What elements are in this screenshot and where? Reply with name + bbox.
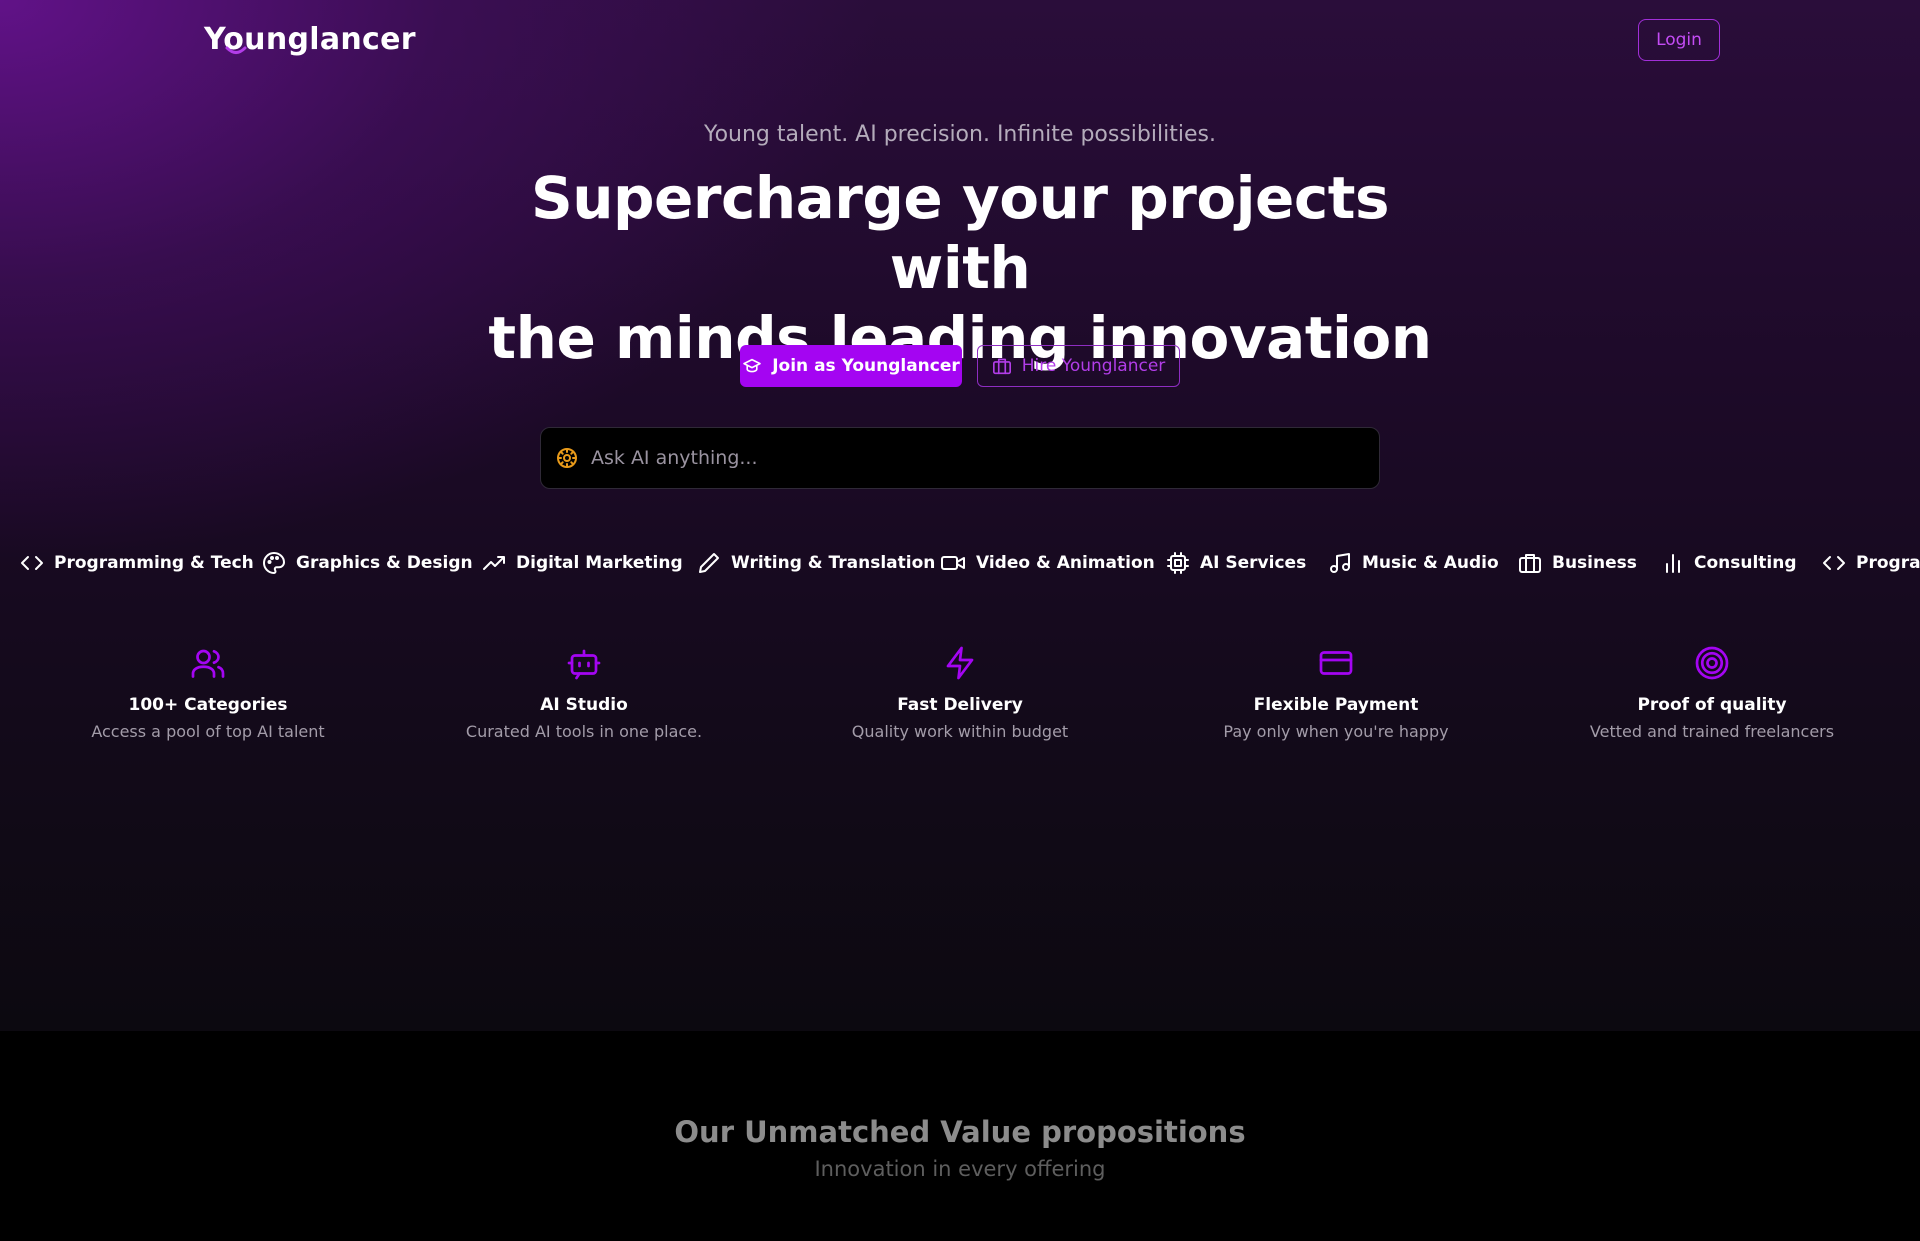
feature-categories: 100+ Categories Access a pool of top AI … [48, 645, 368, 741]
video-icon [941, 556, 965, 570]
category-ai-services[interactable]: AI Services [1166, 545, 1306, 581]
category-label: Program [1856, 553, 1920, 573]
headline-line-1: Supercharge your projects with [530, 164, 1390, 302]
pen-icon [699, 553, 719, 573]
join-button-label: Join as Younglancer [772, 356, 960, 376]
feature-title: Fast Delivery [897, 695, 1023, 715]
logo-smile-icon [225, 46, 247, 54]
briefcase-icon [992, 358, 1011, 375]
ai-search-input[interactable] [589, 446, 1349, 470]
feature-desc: Access a pool of top AI talent [91, 722, 325, 741]
palette-icon [263, 552, 285, 574]
hero-section: Younglancer Login Young talent. AI preci… [0, 0, 1920, 1031]
feature-title: AI Studio [540, 695, 628, 715]
feature-title: 100+ Categories [128, 695, 288, 715]
category-writing-translation[interactable]: Writing & Translation [697, 545, 935, 581]
hero-tagline: Young talent. AI precision. Infinite pos… [704, 122, 1216, 147]
hero-headline: Supercharge your projects with the minds… [460, 163, 1460, 373]
trending-up-icon [483, 556, 505, 570]
category-label: Consulting [1694, 553, 1797, 573]
feature-title: Flexible Payment [1253, 695, 1419, 715]
ai-search-bar[interactable] [540, 427, 1380, 489]
category-graphics-design[interactable]: Graphics & Design [262, 545, 473, 581]
category-music-audio[interactable]: Music & Audio [1328, 545, 1499, 581]
hire-button-label: Hire Younglancer [1021, 356, 1166, 376]
category-label: Music & Audio [1362, 553, 1499, 573]
category-programming-tech-repeat[interactable]: Program [1822, 545, 1920, 581]
bot-icon [567, 649, 601, 680]
feature-title: Proof of quality [1637, 695, 1787, 715]
category-label: Writing & Translation [731, 553, 936, 573]
users-icon [191, 649, 225, 678]
category-label: Digital Marketing [516, 553, 683, 573]
feature-ai-studio: AI Studio Curated AI tools in one place. [424, 645, 744, 741]
category-programming-tech[interactable]: Programming & Tech [20, 545, 254, 581]
category-label: Business [1552, 553, 1637, 573]
login-button[interactable]: Login [1638, 19, 1720, 61]
credit-card-icon [1319, 651, 1353, 675]
category-label: Video & Animation [976, 553, 1155, 573]
category-digital-marketing[interactable]: Digital Marketing [482, 545, 683, 581]
section-title: Our Unmatched Value propositions [674, 1115, 1246, 1149]
section-subtitle: Innovation in every offering [814, 1157, 1106, 1181]
category-video-animation[interactable]: Video & Animation [940, 545, 1155, 581]
cpu-icon [1167, 552, 1189, 574]
lightning-icon [946, 646, 974, 680]
feature-fast-delivery: Fast Delivery Quality work within budget [800, 645, 1120, 741]
hire-button[interactable]: Hire Younglancer [977, 345, 1180, 387]
feature-desc: Curated AI tools in one place. [465, 722, 703, 741]
target-icon [1695, 646, 1729, 680]
music-icon [1330, 553, 1350, 573]
category-strip: Programming & Tech Graphics & Design Dig… [0, 545, 1920, 581]
value-propositions-section: Our Unmatched Value propositions Innovat… [0, 1031, 1920, 1241]
feature-proof-of-quality: Proof of quality Vetted and trained free… [1552, 645, 1872, 741]
briefcase-icon [1519, 554, 1541, 573]
category-business[interactable]: Business [1518, 545, 1637, 581]
feature-flexible-payment: Flexible Payment Pay only when you're ha… [1176, 645, 1496, 741]
feature-desc: Pay only when you're happy [1223, 722, 1449, 741]
feature-desc: Quality work within budget [851, 722, 1069, 741]
category-label: AI Services [1200, 553, 1307, 573]
code-icon [21, 556, 43, 570]
join-button[interactable]: Join as Younglancer [740, 345, 962, 387]
feature-desc: Vetted and trained freelancers [1589, 722, 1835, 741]
category-label: Graphics & Design [296, 553, 473, 573]
ai-sparkle-icon [557, 448, 577, 468]
graduation-cap-icon [743, 358, 762, 373]
bar-chart-icon [1666, 554, 1680, 573]
category-consulting[interactable]: Consulting [1662, 545, 1797, 581]
code-icon [1823, 556, 1845, 570]
category-label: Programming & Tech [54, 553, 254, 573]
